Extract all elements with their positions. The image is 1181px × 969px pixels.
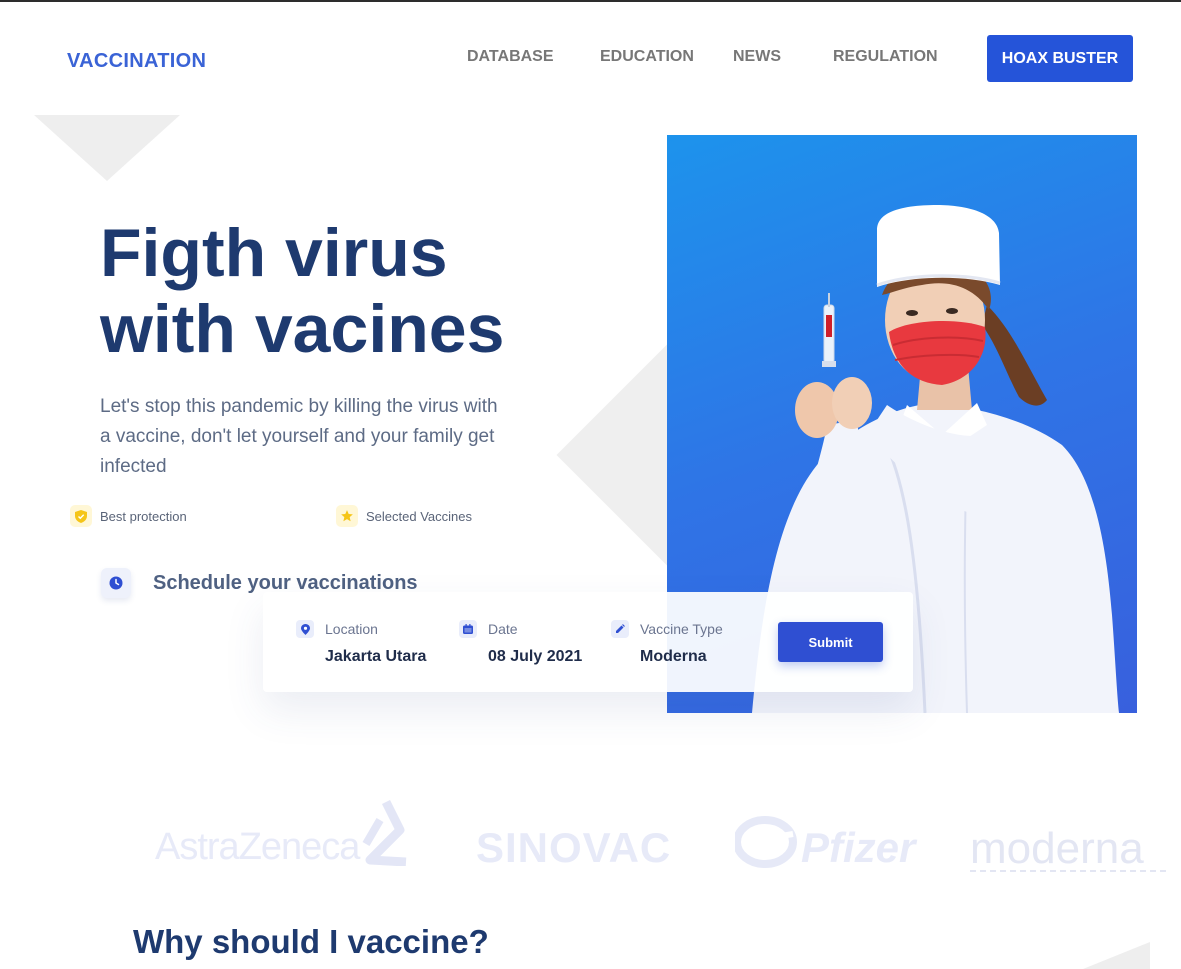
vaccine-type-value[interactable]: Moderna [640, 648, 723, 666]
hero-subtitle: Let's stop this pandemic by killing the … [100, 396, 498, 477]
feature-label: Selected Vaccines [366, 508, 472, 524]
clock-icon [101, 568, 131, 598]
date-value[interactable]: 08 July 2021 [488, 648, 582, 666]
submit-button[interactable]: Submit [778, 622, 883, 662]
pfizer-wordmark: Pfizer [801, 824, 916, 871]
vaccine-type-field[interactable]: Vaccine Type Moderna [611, 620, 723, 666]
hero-title-line-1: Figth virus [100, 215, 448, 291]
moderna-wordmark: moderna [970, 824, 1144, 873]
hoax-buster-button[interactable]: HOAX BUSTER [987, 35, 1133, 82]
shield-icon [70, 505, 92, 527]
astrazeneca-logo: AstraZeneca [155, 800, 407, 869]
location-field[interactable]: Location Jakarta Utara [296, 620, 426, 666]
astrazeneca-symbol [362, 800, 407, 866]
vaccine-type-label: Vaccine Type [640, 621, 723, 637]
location-pin-icon [296, 620, 314, 638]
nav-item-regulation[interactable]: REGULATION [833, 48, 938, 66]
nav-item-news[interactable]: NEWS [733, 48, 781, 66]
hero-title-line-2: with vacines [100, 291, 505, 367]
hero-title: Figth virus with vacines [100, 215, 620, 367]
why-vaccine-heading: Why should I vaccine? [133, 923, 489, 960]
top-border-line [0, 0, 1181, 2]
decorative-corner-shape [1083, 942, 1150, 969]
location-value[interactable]: Jakarta Utara [325, 648, 426, 666]
nav-item-database[interactable]: DATABASE [467, 48, 554, 66]
location-label: Location [325, 621, 378, 637]
syringe-icon [611, 620, 629, 638]
feature-selected-vaccines: Selected Vaccines [336, 505, 472, 527]
pfizer-symbol [735, 816, 797, 868]
astrazeneca-wordmark: AstraZeneca [155, 826, 360, 868]
decorative-triangle [34, 115, 180, 181]
date-label: Date [488, 621, 518, 637]
moderna-logo: moderna [970, 824, 1166, 873]
brand-logo[interactable]: VACCINATION [67, 50, 206, 73]
calendar-icon [459, 620, 477, 638]
schedule-form-card: Location Jakarta Utara Date 08 July 2021… [263, 592, 913, 692]
nav-item-education[interactable]: EDUCATION [600, 48, 694, 66]
sinovac-logo: SINOVAC [476, 824, 672, 871]
feature-best-protection: Best protection [70, 505, 187, 527]
star-icon [336, 505, 358, 527]
date-field[interactable]: Date 08 July 2021 [459, 620, 582, 666]
feature-label: Best protection [100, 508, 187, 524]
